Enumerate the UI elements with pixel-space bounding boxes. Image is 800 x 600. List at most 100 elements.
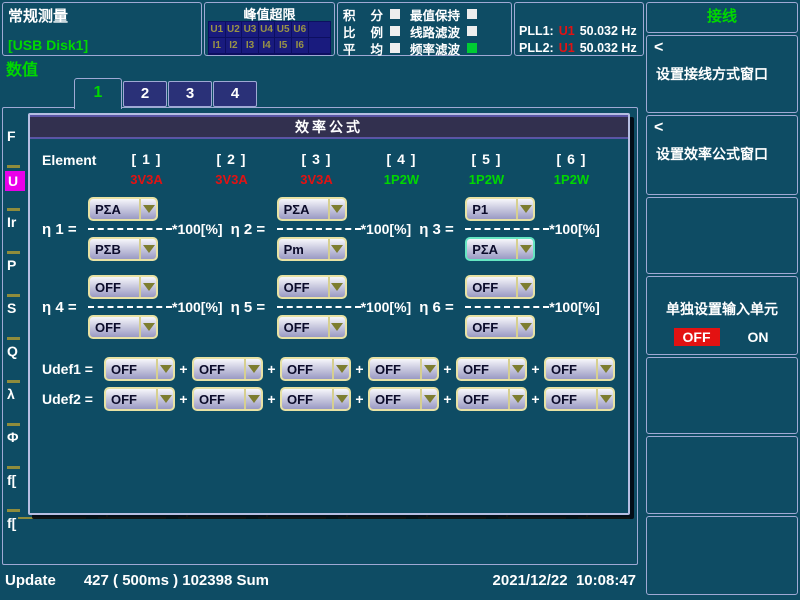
eta-formula-1: η 1 = PΣA *100[%] PΣB: [42, 197, 223, 261]
dropdown-value: OFF: [370, 389, 420, 409]
independent-unit-label: 单独设置输入单元: [647, 299, 797, 319]
eta4-numerator-dropdown[interactable]: OFF: [88, 275, 158, 299]
element-5: [ 5 ] 1P2W: [444, 151, 529, 187]
dropdown-value: OFF: [458, 389, 508, 409]
eta6-numerator-dropdown[interactable]: OFF: [465, 275, 535, 299]
eta3-label: η 3 =: [419, 221, 465, 238]
item-divider: [7, 294, 20, 297]
eta5-denominator-dropdown[interactable]: OFF: [277, 315, 347, 339]
udef2-term-1-dropdown[interactable]: OFF: [104, 387, 175, 411]
udef2-term-3-dropdown[interactable]: OFF: [280, 387, 351, 411]
tab-4[interactable]: 4: [213, 81, 257, 107]
eta2-numerator-dropdown[interactable]: PΣA: [277, 197, 347, 221]
item-label-highlighted: U: [5, 171, 25, 191]
element-wiring: 1P2W: [444, 172, 529, 187]
chevron-down-icon: [508, 389, 525, 409]
formula-suffix: *100[%]: [361, 221, 412, 237]
eta-formula-3: η 3 = P1 *100[%] PΣA: [419, 197, 600, 261]
eta1-denominator-dropdown[interactable]: PΣB: [88, 237, 158, 261]
udef1-term-3-dropdown[interactable]: OFF: [280, 357, 351, 381]
udef1-term-4-dropdown[interactable]: OFF: [368, 357, 439, 381]
chevron-down-icon: [516, 277, 533, 297]
dropdown-value: OFF: [458, 359, 508, 379]
eta1-numerator-dropdown[interactable]: PΣA: [88, 197, 158, 221]
integration-indicator: 积 分: [343, 6, 400, 22]
fraction-line: [88, 306, 172, 308]
item-divider: [7, 423, 20, 426]
peak-cell-empty: [309, 22, 330, 37]
softkey-efficiency-formula-window[interactable]: < 设置效率公式窗口: [646, 115, 798, 195]
dropdown-value: OFF: [106, 359, 156, 379]
item-label: λ: [5, 386, 29, 402]
fraction-line: [277, 306, 361, 308]
tab-2[interactable]: 2: [123, 81, 167, 107]
average-indicator: 平 均: [343, 40, 400, 56]
item-label: Ir: [5, 214, 29, 230]
softkey-independent-input-unit: 单独设置输入单元 OFF ON: [646, 276, 798, 355]
chevron-down-icon: [139, 239, 156, 259]
item-label: f[: [5, 472, 29, 488]
udef2-term-6-dropdown[interactable]: OFF: [544, 387, 615, 411]
freq-filter-checkbox-icon: [467, 43, 477, 53]
update-label: Update: [5, 572, 56, 589]
chevron-down-icon: [332, 389, 349, 409]
element-number: [ 3 ]: [274, 151, 359, 167]
softkey-empty-2: [646, 357, 798, 434]
udef1-term-6-dropdown[interactable]: OFF: [544, 357, 615, 381]
eta1-label: η 1 =: [42, 221, 88, 238]
ratio-checkbox-icon: [390, 26, 400, 36]
plus-operator: +: [355, 361, 364, 377]
eta5-numerator-dropdown[interactable]: OFF: [277, 275, 347, 299]
chevron-down-icon: [596, 389, 613, 409]
element-2: [ 2 ] 3V3A: [189, 151, 274, 187]
toggle-on[interactable]: ON: [746, 328, 771, 346]
chevron-down-icon: [328, 199, 345, 219]
peak-cell-u6: U6: [292, 22, 308, 37]
eta2-denominator-dropdown[interactable]: Pm: [277, 237, 347, 261]
udef1-term-2-dropdown[interactable]: OFF: [192, 357, 263, 381]
eta3-numerator-dropdown[interactable]: P1: [465, 197, 535, 221]
udef2-term-4-dropdown[interactable]: OFF: [368, 387, 439, 411]
eta3-denominator-dropdown[interactable]: PΣA: [465, 237, 535, 261]
chevron-down-icon: [332, 359, 349, 379]
pll1-frequency: 50.032 Hz: [580, 24, 637, 38]
softkey-wiring-settings-window[interactable]: < 设置接线方式窗口: [646, 35, 798, 113]
eta6-denominator-dropdown[interactable]: OFF: [465, 315, 535, 339]
dropdown-value: OFF: [546, 389, 596, 409]
peak-cell-i3: I3: [242, 38, 258, 53]
page-title: 数值: [6, 56, 38, 80]
element-number: [ 4 ]: [359, 151, 444, 167]
udef2-term-2-dropdown[interactable]: OFF: [192, 387, 263, 411]
chevron-down-icon: [244, 359, 261, 379]
udef1-term-5-dropdown[interactable]: OFF: [456, 357, 527, 381]
eta4-denominator-dropdown[interactable]: OFF: [88, 315, 158, 339]
independent-unit-toggle: OFF ON: [647, 328, 797, 346]
udef2-term-5-dropdown[interactable]: OFF: [456, 387, 527, 411]
plus-operator: +: [531, 391, 540, 407]
item-label: F: [5, 128, 29, 144]
udef1-row: Udef1 = OFF + OFF + OFF + OFF + OFF + OF…: [42, 357, 628, 381]
toggle-off-selected[interactable]: OFF: [674, 328, 720, 346]
pll2-label: PLL2:: [519, 41, 554, 55]
element-wiring: 1P2W: [359, 172, 444, 187]
tab-1[interactable]: 1: [74, 78, 122, 109]
pll1-label: PLL1:: [519, 24, 554, 38]
plus-operator: +: [267, 361, 276, 377]
plus-operator: +: [443, 361, 452, 377]
tab-3[interactable]: 3: [168, 81, 212, 107]
formula-suffix: *100[%]: [549, 221, 600, 237]
udef2-label: Udef2 =: [42, 391, 100, 407]
peak-cell-empty: [309, 38, 330, 53]
chevron-down-icon: [516, 199, 533, 219]
udef1-label: Udef1 =: [42, 361, 100, 377]
eta-row-2: η 4 = OFF *100[%] OFF: [42, 275, 628, 339]
chevron-down-icon: [156, 359, 173, 379]
dropdown-value: OFF: [282, 389, 332, 409]
element-4: [ 4 ] 1P2W: [359, 151, 444, 187]
measurement-mode-box: 常规测量 [USB Disk1]: [2, 2, 202, 56]
plus-operator: +: [443, 391, 452, 407]
udef1-term-1-dropdown[interactable]: OFF: [104, 357, 175, 381]
element-wiring: 1P2W: [529, 172, 614, 187]
eta-formula-2: η 2 = PΣA *100[%] Pm: [231, 197, 412, 261]
item-label: S: [5, 300, 29, 316]
